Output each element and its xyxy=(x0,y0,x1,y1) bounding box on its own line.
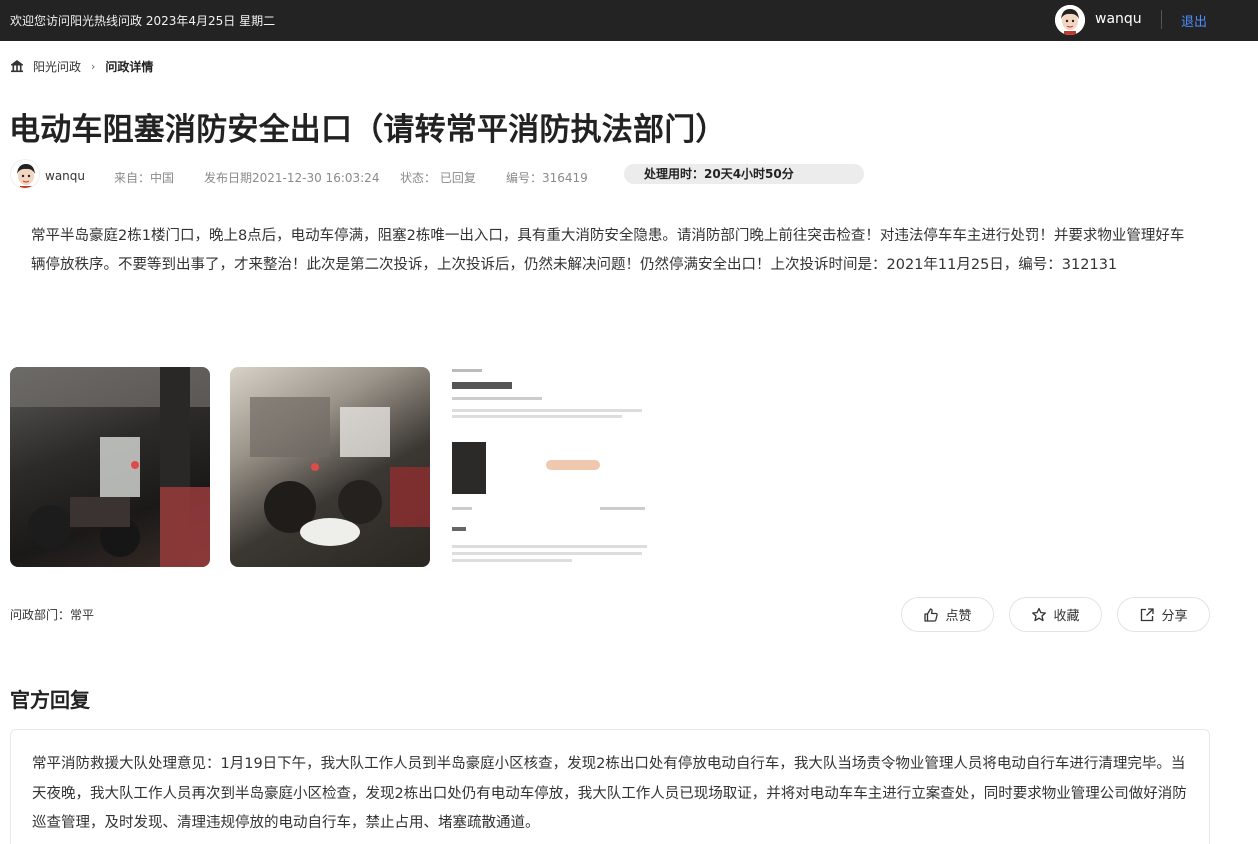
official-reply-box: 常平消防救援大队处理意见：1月19日下午，我大队工作人员到半岛豪庭小区核查，发现… xyxy=(10,729,1210,844)
post-content: 常平半岛豪庭2栋1楼门口，晚上8点后，电动车停满，阻塞2栋唯一出入口，具有重大消… xyxy=(31,228,1185,273)
divider xyxy=(1161,10,1162,29)
breadcrumb-current: 问政详情 xyxy=(105,59,154,74)
post-image-1[interactable] xyxy=(10,367,210,567)
top-bar: 欢迎您访问阳光热线问政 2023年4月25日 星期二 wanqu 退出 xyxy=(0,0,1258,41)
home-icon xyxy=(11,60,23,73)
post-number: 编号：316419 xyxy=(506,171,588,185)
post-status: 状态： 已回复 xyxy=(400,171,476,185)
like-button[interactable]: 点赞 xyxy=(901,597,994,632)
like-label: 点赞 xyxy=(945,609,972,624)
processing-time-badge: 处理用时：20天4小时50分 xyxy=(624,164,864,184)
star-icon xyxy=(1032,607,1047,621)
author-name[interactable]: wanqu xyxy=(45,169,85,183)
image-gallery xyxy=(10,367,670,567)
thumbs-up-icon xyxy=(924,607,939,622)
post-source: 来自：中国 xyxy=(114,171,175,185)
favorite-label: 收藏 xyxy=(1053,609,1080,624)
post-meta: wanqu 来自：中国 发布日期2021-12-30 16:03:24 状态： … xyxy=(10,159,880,189)
chevron-right-icon: › xyxy=(91,59,96,73)
page-title: 电动车阻塞消防安全出口（请转常平消防执法部门） xyxy=(9,112,727,148)
breadcrumb-home[interactable]: 阳光问政 xyxy=(33,58,81,75)
welcome-text: 欢迎您访问阳光热线问政 2023年4月25日 星期二 xyxy=(10,14,276,28)
post-image-3-screenshot[interactable] xyxy=(450,367,650,567)
author-avatar[interactable] xyxy=(10,159,40,189)
username[interactable]: wanqu xyxy=(1095,11,1142,27)
breadcrumb: 阳光问政 › 问政详情 xyxy=(10,57,153,75)
logout-link[interactable]: 退出 xyxy=(1181,11,1207,30)
post-image-2[interactable] xyxy=(230,367,430,567)
share-button[interactable]: 分享 xyxy=(1117,597,1210,632)
share-icon xyxy=(1141,607,1155,621)
share-label: 分享 xyxy=(1161,609,1188,624)
user-avatar[interactable] xyxy=(1055,5,1085,35)
official-reply-heading: 官方回复 xyxy=(10,688,90,712)
official-reply-text: 常平消防救援大队处理意见：1月19日下午，我大队工作人员到半岛豪庭小区核查，发现… xyxy=(32,756,1187,831)
department-label: 问政部门：常平 xyxy=(10,608,95,622)
post-date: 发布日期2021-12-30 16:03:24 xyxy=(204,171,380,185)
favorite-button[interactable]: 收藏 xyxy=(1009,597,1102,632)
